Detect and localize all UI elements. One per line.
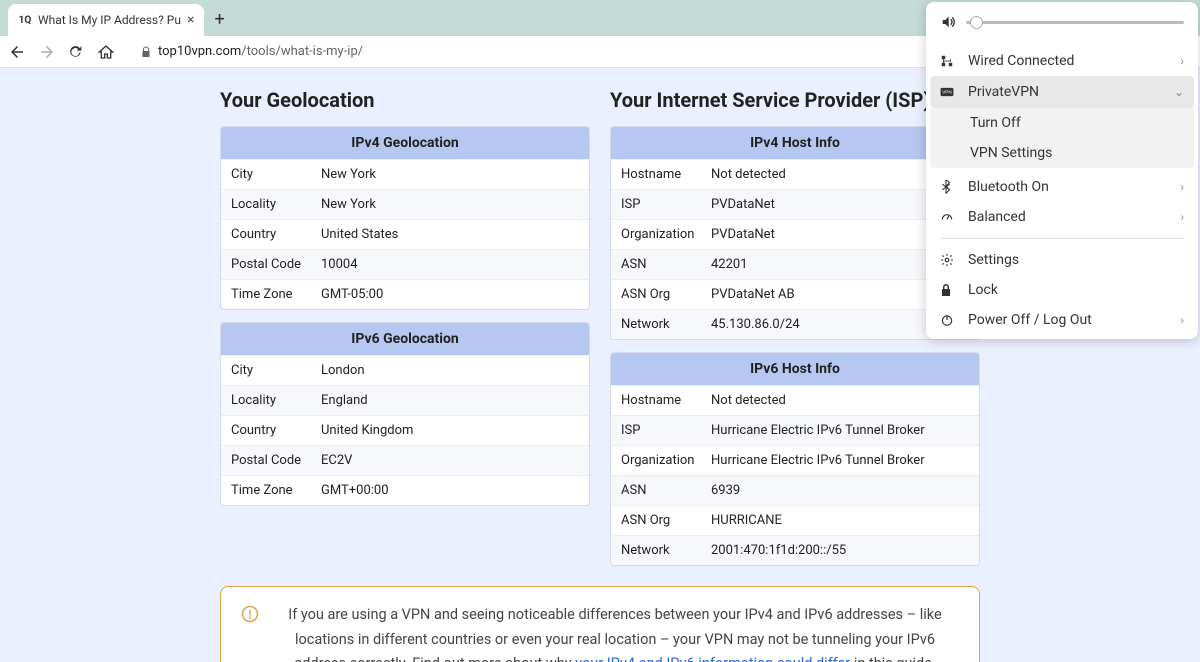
geolocation-heading: Your Geolocation: [220, 88, 590, 112]
table-row: Network45.130.86.0/24: [611, 309, 979, 339]
menu-label: Lock: [968, 282, 1184, 298]
lock-item[interactable]: Lock: [926, 275, 1198, 305]
gauge-icon: [940, 210, 956, 224]
power-profile-item[interactable]: Balanced ›: [926, 202, 1198, 232]
warning-icon: [241, 605, 259, 662]
isp-heading: Your Internet Service Provider (ISP): [610, 88, 980, 112]
home-button[interactable]: [98, 44, 118, 60]
ipv6-host-table: IPv6 Host Info HostnameNot detected ISPH…: [610, 352, 980, 566]
table-row: Time ZoneGMT+00:00: [221, 475, 589, 505]
table-header: IPv4 Host Info: [611, 127, 979, 159]
table-row: CountryUnited Kingdom: [221, 415, 589, 445]
vpn-item[interactable]: VPN PrivateVPN ⌄: [930, 76, 1194, 108]
url-domain: top10vpn.com: [158, 44, 241, 59]
system-menu-panel: Wired Connected › VPN PrivateVPN ⌄ Turn …: [926, 2, 1198, 339]
gear-icon: [940, 253, 956, 267]
table-row: CountryUnited States: [221, 219, 589, 249]
table-row: OrganizationPVDataNet: [611, 219, 979, 249]
menu-label: PrivateVPN: [968, 84, 1162, 100]
tab-title: What Is My IP Address? Pu: [38, 13, 181, 27]
table-row: LocalityEngland: [221, 385, 589, 415]
table-row: LocalityNew York: [221, 189, 589, 219]
table-row: ASN42201: [611, 249, 979, 279]
table-row: CityNew York: [221, 159, 589, 189]
table-row: Network2001:470:1f1d:200::/55: [611, 535, 979, 565]
vpn-turn-off[interactable]: Turn Off: [930, 108, 1194, 138]
slider-thumb[interactable]: [970, 16, 983, 29]
wired-network-item[interactable]: Wired Connected ›: [926, 46, 1198, 76]
volume-slider[interactable]: [966, 21, 1184, 24]
close-icon[interactable]: ×: [187, 12, 194, 28]
bluetooth-icon: [940, 180, 956, 194]
favicon-icon: 1Q: [18, 13, 32, 27]
table-row: Postal Code10004: [221, 249, 589, 279]
reload-button[interactable]: [68, 44, 88, 60]
vpn-settings[interactable]: VPN Settings: [930, 138, 1194, 168]
menu-label: Balanced: [968, 209, 1168, 225]
bluetooth-item[interactable]: Bluetooth On ›: [926, 172, 1198, 202]
table-row: ASN OrgPVDataNet AB: [611, 279, 979, 309]
svg-text:VPN: VPN: [942, 90, 952, 95]
table-row: ASN OrgHURRICANE: [611, 505, 979, 535]
settings-item[interactable]: Settings: [926, 245, 1198, 275]
vpn-icon: VPN: [940, 87, 956, 97]
menu-label: Bluetooth On: [968, 179, 1168, 195]
arrow-right-icon: [38, 43, 56, 61]
chevron-right-icon: ›: [1180, 210, 1184, 224]
vpn-warning-box: If you are using a VPN and seeing notice…: [220, 586, 980, 662]
chevron-down-icon: ⌄: [1174, 85, 1184, 99]
separator: [940, 238, 1184, 239]
reload-icon: [68, 44, 84, 60]
menu-label: Power Off / Log Out: [968, 312, 1168, 328]
home-icon: [98, 44, 114, 60]
table-header: IPv4 Geolocation: [221, 127, 589, 159]
ipv4-geo-table: IPv4 Geolocation CityNew York LocalityNe…: [220, 126, 590, 310]
ipv6-geo-table: IPv6 Geolocation CityLondon LocalityEngl…: [220, 322, 590, 506]
browser-tab[interactable]: 1Q What Is My IP Address? Pu ×: [8, 4, 204, 36]
table-row: Postal CodeEC2V: [221, 445, 589, 475]
speaker-icon: [940, 14, 956, 30]
new-tab-button[interactable]: +: [214, 9, 224, 30]
table-row: ISPHurricane Electric IPv6 Tunnel Broker: [611, 415, 979, 445]
table-row: OrganizationHurricane Electric IPv6 Tunn…: [611, 445, 979, 475]
menu-label: Settings: [968, 252, 1184, 268]
table-row: HostnameNot detected: [611, 385, 979, 415]
back-button[interactable]: [8, 43, 28, 61]
chevron-right-icon: ›: [1180, 180, 1184, 194]
warning-text: If you are using a VPN and seeing notice…: [271, 603, 959, 662]
table-row: HostnameNot detected: [611, 159, 979, 189]
power-icon: [940, 313, 956, 327]
table-header: IPv6 Geolocation: [221, 323, 589, 355]
forward-button: [38, 43, 58, 61]
lock-icon: [140, 46, 152, 58]
arrow-left-icon: [8, 43, 26, 61]
table-header: IPv6 Host Info: [611, 353, 979, 385]
menu-label: Wired Connected: [968, 53, 1168, 69]
url-path: /tools/what-is-my-ip/: [241, 44, 363, 59]
network-icon: [940, 54, 956, 68]
table-row: ASN6939: [611, 475, 979, 505]
table-row: ISPPVDataNet: [611, 189, 979, 219]
table-row: Time ZoneGMT-05:00: [221, 279, 589, 309]
chevron-right-icon: ›: [1180, 54, 1184, 68]
table-row: CityLondon: [221, 355, 589, 385]
volume-control: [926, 2, 1198, 46]
ipv4-host-table: IPv4 Host Info HostnameNot detected ISPP…: [610, 126, 980, 340]
lock-icon: [940, 283, 956, 297]
power-off-item[interactable]: Power Off / Log Out ›: [926, 305, 1198, 335]
vpn-submenu: Turn Off VPN Settings: [930, 108, 1194, 168]
warning-link[interactable]: your IPv4 and IPv6 information could dif…: [575, 655, 850, 662]
chevron-right-icon: ›: [1180, 313, 1184, 327]
